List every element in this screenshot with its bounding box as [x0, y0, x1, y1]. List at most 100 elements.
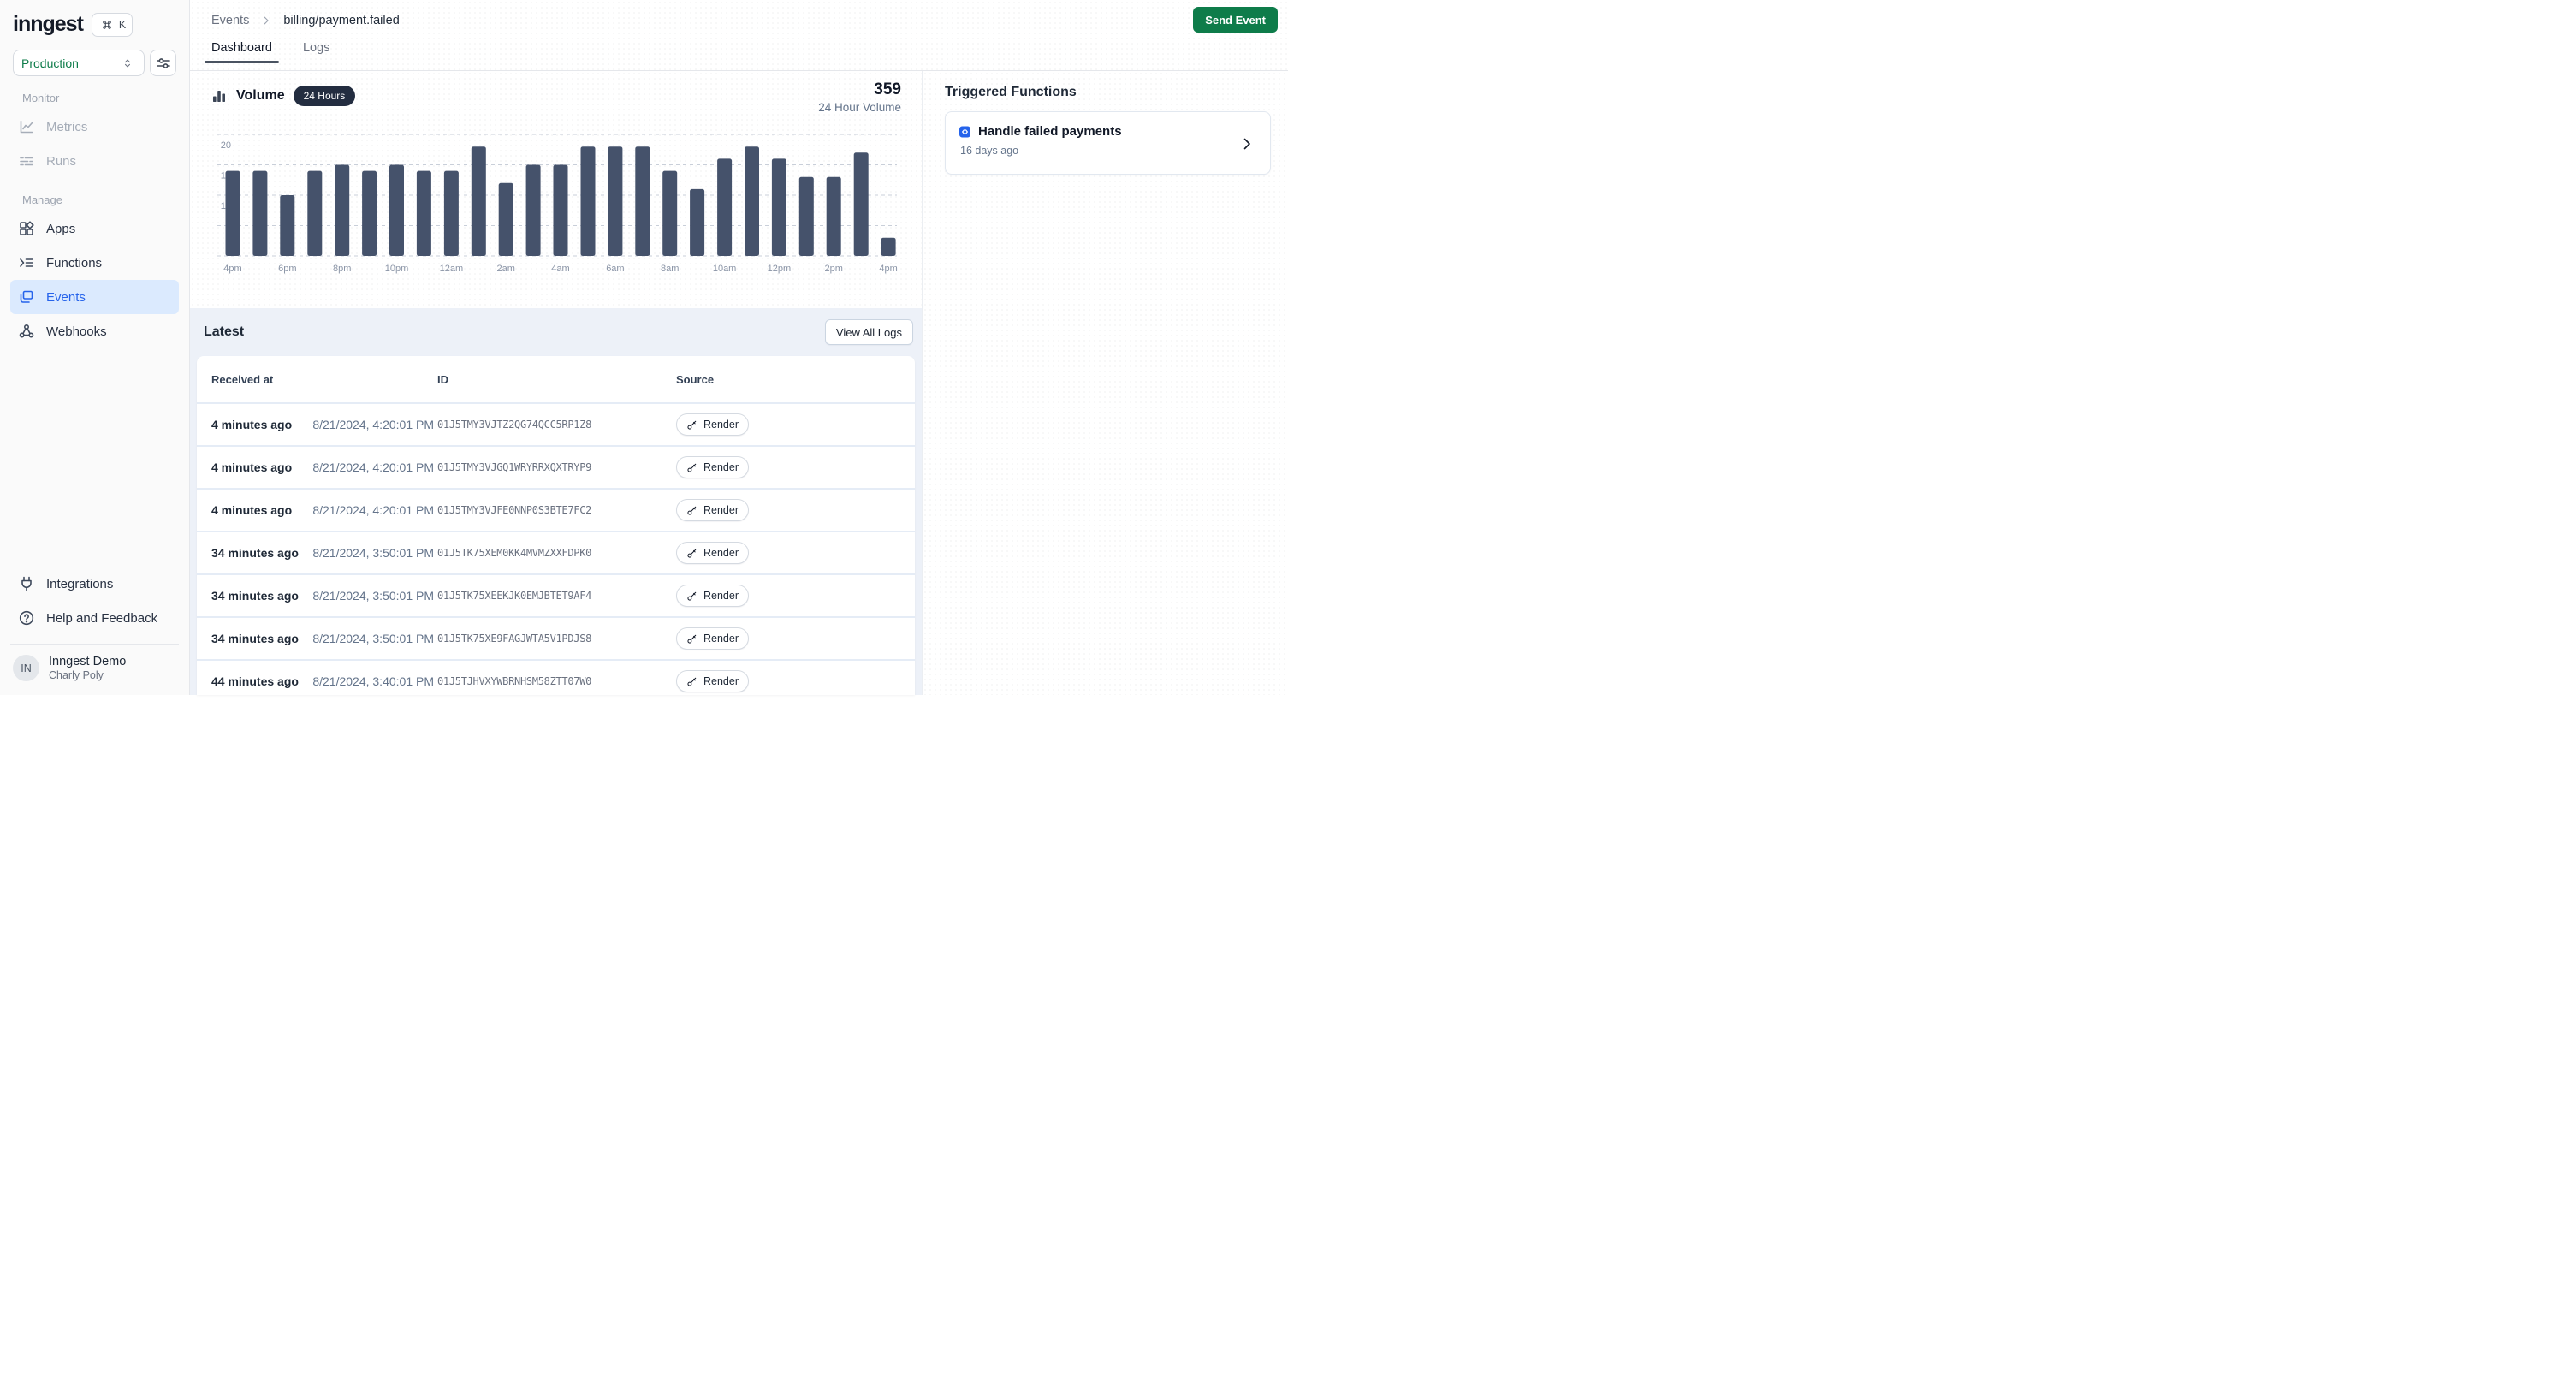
sidebar-item-webhooks[interactable]: Webhooks — [10, 314, 179, 348]
table-row[interactable]: 34 minutes ago8/21/2024, 3:50:01 PM01J5T… — [197, 616, 915, 659]
received-datetime: 8/21/2024, 4:20:01 PM — [308, 460, 434, 474]
volume-total: 359 — [818, 80, 901, 99]
source-label: Render — [703, 633, 739, 645]
breadcrumb-chevron-icon — [258, 12, 275, 29]
received-datetime: 8/21/2024, 4:20:01 PM — [308, 418, 434, 431]
table-row[interactable]: 34 minutes ago8/21/2024, 3:50:01 PM01J5T… — [197, 531, 915, 573]
received-datetime: 8/21/2024, 3:40:01 PM — [308, 674, 434, 688]
sidebar-item-label: Integrations — [46, 577, 113, 591]
event-id: 01J5TK75XE9FAGJWTA5V1PDJS8 — [434, 633, 676, 645]
tab-dashboard[interactable]: Dashboard — [205, 41, 279, 62]
sidebar-item-integrations[interactable]: Integrations — [10, 567, 179, 601]
source-badge-render[interactable]: Render — [676, 413, 749, 436]
sidebar-item-apps[interactable]: Apps — [10, 211, 179, 246]
table-row[interactable]: 44 minutes ago8/21/2024, 3:40:01 PM01J5T… — [197, 659, 915, 695]
sidebar-item-help-and-feedback[interactable]: Help and Feedback — [10, 601, 179, 635]
breadcrumb-event-name: billing/payment.failed — [283, 14, 399, 27]
avatar: IN — [13, 655, 39, 681]
runs-icon — [18, 152, 35, 169]
function-code-icon — [959, 126, 970, 137]
svg-text:4pm: 4pm — [879, 264, 897, 274]
events-icon — [18, 288, 35, 306]
sidebar-item-label: Runs — [46, 154, 76, 169]
breadcrumb: Events billing/payment.failed — [190, 0, 1288, 29]
org-name: Inngest Demo — [49, 655, 126, 668]
event-id: 01J5TJHVXYWBRNHSM58ZTT07W0 — [434, 675, 676, 687]
svg-text:6am: 6am — [606, 264, 624, 274]
sidebar-item-events[interactable]: Events — [10, 280, 179, 314]
command-icon — [98, 16, 116, 33]
chevron-right-icon — [1238, 135, 1255, 152]
tabs: Dashboard Logs — [205, 41, 1288, 62]
bar-chart-icon — [211, 87, 228, 104]
sidebar-item-functions[interactable]: Functions — [10, 246, 179, 280]
source-badge-render[interactable]: Render — [676, 670, 749, 692]
triggered-function-card[interactable]: Handle failed payments 16 days ago — [945, 111, 1271, 175]
functions-icon — [18, 254, 35, 271]
column-source: Source — [676, 373, 915, 386]
received-relative: 4 minutes ago — [197, 503, 308, 517]
svg-text:4pm: 4pm — [223, 264, 241, 274]
command-k-shortcut[interactable]: K — [92, 13, 133, 37]
source-badge-render[interactable]: Render — [676, 627, 749, 650]
send-event-button[interactable]: Send Event — [1193, 7, 1278, 33]
inngest-logo[interactable]: inngest — [13, 12, 83, 37]
key-icon — [686, 676, 697, 687]
table-header: Received at ID Source — [197, 356, 915, 402]
sidebar-item-runs[interactable]: Runs — [10, 144, 179, 178]
key-icon — [686, 419, 697, 431]
sidebar-item-label: Webhooks — [46, 324, 107, 339]
sidebar-item-label: Metrics — [46, 120, 87, 134]
breadcrumb-events[interactable]: Events — [211, 14, 249, 27]
event-id: 01J5TMY3VJTZ2QG74QCC5RP1Z8 — [434, 419, 676, 431]
key-icon — [686, 462, 697, 473]
sidebar-item-metrics[interactable]: Metrics — [10, 110, 179, 144]
environment-settings-button[interactable] — [150, 50, 176, 76]
sidebar-item-label: Events — [46, 290, 86, 305]
source-badge-render[interactable]: Render — [676, 456, 749, 478]
environment-name: Production — [21, 56, 79, 70]
user-name: Charly Poly — [49, 669, 126, 681]
logo-row: inngest K — [10, 12, 179, 37]
svg-text:2pm: 2pm — [824, 264, 842, 274]
table-row[interactable]: 4 minutes ago8/21/2024, 4:20:01 PM01J5TM… — [197, 445, 915, 488]
svg-text:4am: 4am — [551, 264, 569, 274]
table-row[interactable]: 4 minutes ago8/21/2024, 4:20:01 PM01J5TM… — [197, 402, 915, 445]
main-area: Events billing/payment.failed Send Event… — [190, 0, 1288, 695]
table-row[interactable]: 34 minutes ago8/21/2024, 3:50:01 PM01J5T… — [197, 573, 915, 616]
received-datetime: 8/21/2024, 3:50:01 PM — [308, 632, 434, 645]
key-icon — [686, 591, 697, 602]
shortcut-key: K — [119, 19, 126, 31]
received-relative: 4 minutes ago — [197, 460, 308, 474]
table-row[interactable]: 4 minutes ago8/21/2024, 4:20:01 PM01J5TM… — [197, 488, 915, 531]
key-icon — [686, 505, 697, 516]
sliders-icon — [155, 55, 172, 72]
sidebar-item-label: Apps — [46, 222, 75, 236]
profile[interactable]: IN Inngest Demo Charly Poly — [10, 644, 179, 685]
function-last-run: 16 days ago — [960, 145, 1256, 157]
received-relative: 4 minutes ago — [197, 418, 308, 431]
view-all-logs-button[interactable]: View All Logs — [825, 319, 913, 345]
event-dashboard-column: Volume 24 Hours 359 24 Hour Volume 51015… — [190, 71, 923, 695]
latest-title: Latest — [204, 324, 244, 340]
svg-text:20: 20 — [221, 140, 231, 151]
events-table: Received at ID Source 4 minutes ago8/21/… — [197, 356, 915, 695]
source-badge-render[interactable]: Render — [676, 542, 749, 564]
source-label: Render — [703, 547, 739, 559]
source-label: Render — [703, 590, 739, 602]
received-datetime: 8/21/2024, 3:50:01 PM — [308, 546, 434, 560]
tab-logs[interactable]: Logs — [296, 41, 336, 62]
svg-text:8am: 8am — [661, 264, 679, 274]
app-root: inngest K Production MonitorMetricsRunsM… — [0, 0, 1288, 695]
source-badge-render[interactable]: Render — [676, 585, 749, 607]
time-range-badge[interactable]: 24 Hours — [294, 86, 356, 106]
received-relative: 34 minutes ago — [197, 546, 308, 560]
sidebar-nav: MonitorMetricsRunsManageAppsFunctionsEve… — [10, 76, 179, 348]
environment-select[interactable]: Production — [13, 50, 145, 76]
received-datetime: 8/21/2024, 4:20:01 PM — [308, 503, 434, 517]
source-label: Render — [703, 461, 739, 473]
source-badge-render[interactable]: Render — [676, 499, 749, 521]
sidebar-footer: Integrations Help and Feedback IN Inngest… — [10, 567, 179, 685]
volume-title: Volume — [236, 88, 285, 104]
sidebar-item-label: Help and Feedback — [46, 611, 157, 626]
